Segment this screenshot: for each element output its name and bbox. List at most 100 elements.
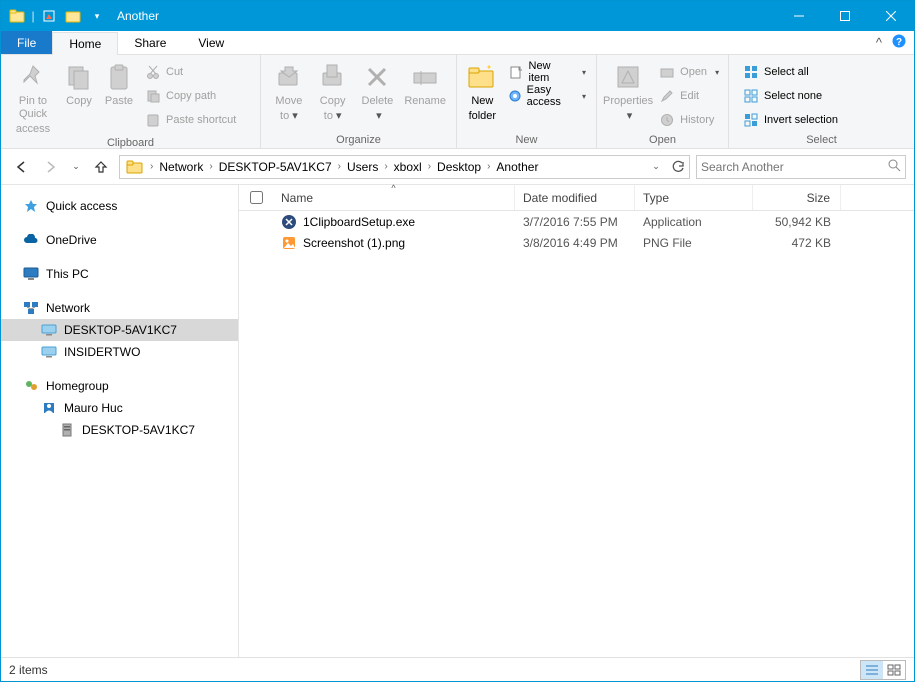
group-label-clipboard: Clipboard — [1, 137, 260, 151]
column-header-date[interactable]: Date modified — [515, 185, 635, 210]
open-button[interactable]: Open▾ — [655, 61, 723, 83]
group-label-organize: Organize — [261, 134, 456, 148]
move-to-button[interactable]: Moveto▾ — [267, 57, 311, 123]
file-row[interactable]: 1ClipboardSetup.exe 3/7/2016 7:55 PMAppli… — [239, 211, 914, 232]
file-type: Application — [635, 215, 753, 229]
chevron-right-icon[interactable]: › — [336, 161, 343, 172]
select-all-icon — [743, 64, 759, 80]
tree-homegroup[interactable]: Homegroup — [1, 375, 238, 397]
view-large-icons-button[interactable] — [883, 661, 905, 679]
tree-this-pc[interactable]: This PC — [1, 263, 238, 285]
qat-customize-icon[interactable]: ▾ — [85, 5, 109, 27]
easy-access-button[interactable]: Easy access▾ — [504, 85, 590, 107]
tree-homegroup-user[interactable]: Mauro Huc — [1, 397, 238, 419]
new-item-button[interactable]: New item▾ — [504, 61, 590, 83]
tree-onedrive[interactable]: OneDrive — [1, 229, 238, 251]
tab-file[interactable]: File — [1, 31, 52, 54]
column-header-type[interactable]: Type — [635, 185, 753, 210]
tab-view[interactable]: View — [182, 31, 240, 54]
chevron-right-icon[interactable]: › — [207, 161, 214, 172]
tree-network-computer[interactable]: INSIDERTWO — [1, 341, 238, 363]
invert-selection-button[interactable]: Invert selection — [739, 109, 842, 131]
computer-icon — [41, 344, 57, 360]
paste-shortcut-icon — [145, 112, 161, 128]
edit-button[interactable]: Edit — [655, 85, 723, 107]
tower-icon — [59, 422, 75, 438]
cut-button[interactable]: Cut — [141, 61, 240, 83]
nav-forward-button[interactable] — [39, 155, 63, 179]
maximize-button[interactable] — [822, 1, 868, 31]
file-icon — [281, 235, 297, 251]
nav-recent-button[interactable]: ⌄ — [69, 155, 83, 179]
history-button[interactable]: History — [655, 109, 723, 131]
tree-network[interactable]: Network — [1, 297, 238, 319]
address-bar[interactable]: › Network › DESKTOP-5AV1KC7 › Users › xb… — [119, 155, 690, 179]
breadcrumb-network[interactable]: Network — [155, 156, 207, 178]
easy-access-icon — [508, 88, 522, 104]
copy-button[interactable]: Copy — [59, 57, 99, 108]
tree-quick-access[interactable]: Quick access — [1, 195, 238, 217]
file-name: 1ClipboardSetup.exe — [303, 215, 415, 229]
nav-back-button[interactable] — [9, 155, 33, 179]
select-all-checkbox[interactable] — [250, 191, 263, 204]
chevron-right-icon[interactable]: › — [426, 161, 433, 172]
copy-to-button[interactable]: Copyto▾ — [311, 57, 355, 123]
breadcrumb-computer[interactable]: DESKTOP-5AV1KC7 — [215, 156, 336, 178]
address-history-button[interactable]: ⌄ — [645, 156, 667, 178]
file-date: 3/8/2016 4:49 PM — [515, 236, 635, 250]
chevron-right-icon[interactable]: › — [485, 161, 492, 172]
breadcrumb-root-icon[interactable] — [122, 156, 148, 178]
pin-to-quick-access-button[interactable]: Pin to Quickaccess — [7, 57, 59, 137]
file-list-pane: Name^ Date modified Type Size 1Clipboard… — [239, 185, 914, 657]
qat-properties-icon[interactable] — [37, 5, 61, 27]
cloud-icon — [23, 232, 39, 248]
new-item-icon — [508, 64, 524, 80]
breadcrumb-desktop[interactable]: Desktop — [433, 156, 485, 178]
status-item-count: 2 items — [9, 663, 48, 677]
minimize-button[interactable] — [776, 1, 822, 31]
file-row[interactable]: Screenshot (1).png3/8/2016 4:49 PMPNG Fi… — [239, 232, 914, 253]
properties-button[interactable]: Properties▾ — [603, 57, 653, 123]
column-header-name[interactable]: Name^ — [273, 185, 515, 210]
search-input[interactable] — [701, 160, 887, 174]
homegroup-icon — [23, 378, 39, 394]
breadcrumb-users[interactable]: Users — [343, 156, 382, 178]
tree-homegroup-device[interactable]: DESKTOP-5AV1KC7 — [1, 419, 238, 441]
new-folder-button[interactable]: Newfolder — [463, 57, 502, 123]
search-box[interactable] — [696, 155, 906, 179]
chevron-right-icon[interactable]: › — [148, 161, 155, 172]
select-none-button[interactable]: Select none — [739, 85, 842, 107]
group-label-select: Select — [729, 134, 914, 148]
paste-shortcut-button[interactable]: Paste shortcut — [141, 109, 240, 131]
title-bar: | ▾ Another — [1, 1, 914, 31]
paste-icon — [103, 61, 135, 93]
minimize-ribbon-icon[interactable]: ^ — [876, 35, 882, 50]
open-icon — [659, 64, 675, 80]
tab-share[interactable]: Share — [118, 31, 182, 54]
search-icon[interactable] — [887, 158, 901, 175]
tree-network-computer[interactable]: DESKTOP-5AV1KC7 — [1, 319, 238, 341]
delete-button[interactable]: Delete▾ — [355, 57, 401, 123]
view-details-button[interactable] — [861, 661, 883, 679]
select-all-button[interactable]: Select all — [739, 61, 842, 83]
close-button[interactable] — [868, 1, 914, 31]
copy-path-button[interactable]: Copy path — [141, 85, 240, 107]
nav-up-button[interactable] — [89, 155, 113, 179]
breadcrumb-current[interactable]: Another — [492, 156, 542, 178]
file-name: Screenshot (1).png — [303, 236, 405, 250]
invert-selection-icon — [743, 112, 759, 128]
sort-ascending-icon: ^ — [391, 183, 395, 193]
paste-button[interactable]: Paste — [99, 57, 139, 108]
rename-button[interactable]: Rename — [400, 57, 450, 108]
history-icon — [659, 112, 675, 128]
chevron-right-icon[interactable]: › — [382, 161, 389, 172]
qat-newfolder-icon[interactable] — [61, 5, 85, 27]
tab-home[interactable]: Home — [52, 32, 118, 55]
refresh-button[interactable] — [667, 156, 689, 178]
help-icon[interactable]: ? — [892, 34, 906, 51]
select-none-icon — [743, 88, 759, 104]
file-date: 3/7/2016 7:55 PM — [515, 215, 635, 229]
column-header-size[interactable]: Size — [753, 185, 841, 210]
file-size: 50,942 KB — [753, 215, 841, 229]
breadcrumb-user[interactable]: xboxl — [390, 156, 426, 178]
